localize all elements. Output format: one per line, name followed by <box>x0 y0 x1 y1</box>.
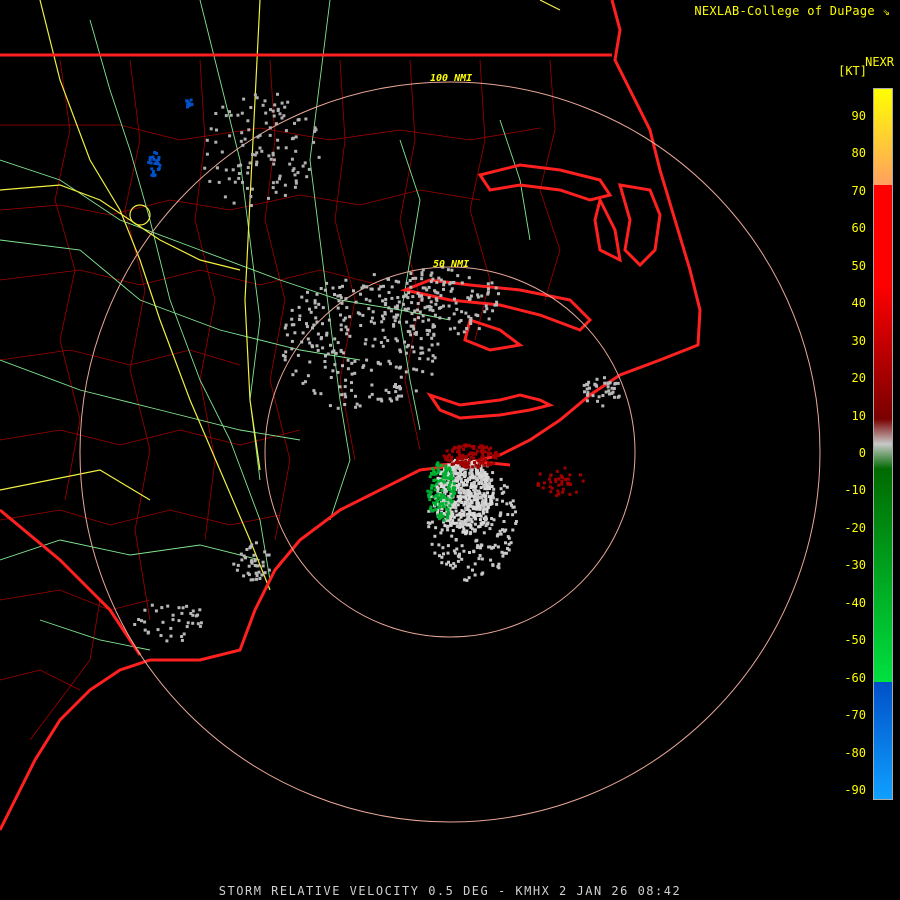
tick-label: 20 <box>851 371 866 386</box>
credit-label: NEXLAB-College of DuPage <box>694 4 875 18</box>
tick-label: -90 <box>844 783 866 797</box>
tick-label: 80 <box>851 146 866 161</box>
units-label: [KT] <box>838 64 867 78</box>
echo-south-gray <box>133 603 203 643</box>
tick-label: 0 <box>858 446 866 460</box>
tick-label: -40 <box>844 595 866 610</box>
bar-seg-blue <box>874 681 892 799</box>
bar-seg-green <box>874 468 892 682</box>
tick-label: -20 <box>844 520 866 535</box>
range-rings <box>79 81 821 823</box>
bar-seg-yellow <box>874 89 892 185</box>
tick-label: -80 <box>844 745 866 760</box>
radar-echoes <box>133 92 621 643</box>
tick-label: 30 <box>851 333 866 348</box>
state-borders <box>0 53 612 656</box>
echo-coast-gray <box>232 541 271 582</box>
arrow-logo-icon: ⇘ <box>882 4 890 18</box>
radar-view: 100 NMI 50 NMI NEXLAB-College of DuPage … <box>0 0 900 900</box>
tick-label: -70 <box>844 708 866 723</box>
credit-text: NEXLAB-College of DuPage ⇘ <box>694 4 890 18</box>
coastline <box>0 0 702 831</box>
echo-blue-b <box>185 98 194 109</box>
echo-sound-gray <box>381 265 500 337</box>
tick-label: -60 <box>844 670 866 685</box>
tick-label: -30 <box>844 558 866 573</box>
tick-label: 90 <box>851 109 866 123</box>
echo-outer-banks-gray <box>582 376 621 408</box>
tick-label: -10 <box>844 483 866 498</box>
radar-map <box>0 0 821 831</box>
tick-label: 60 <box>851 221 866 236</box>
tick-label: 40 <box>851 296 866 311</box>
echo-east-red <box>536 466 585 498</box>
bar-seg-darkred <box>874 284 892 420</box>
tick-label: 10 <box>851 408 866 423</box>
bar-seg-gray <box>874 419 892 469</box>
bar-seg-red <box>874 184 892 285</box>
product-caption: STORM RELATIVE VELOCITY 0.5 DEG - KMHX 2… <box>218 884 682 898</box>
ring-label-50: 50 NMI <box>433 259 470 270</box>
echo-blue-a <box>147 151 162 178</box>
echo-north-gray <box>203 92 321 207</box>
velocity-color-bar <box>873 88 893 800</box>
tick-label: -50 <box>844 633 866 648</box>
product-label: NEXR <box>865 55 894 69</box>
tick-label: 70 <box>851 183 866 198</box>
ring-label-100: 100 NMI <box>430 73 473 84</box>
tick-label: 50 <box>851 258 866 273</box>
